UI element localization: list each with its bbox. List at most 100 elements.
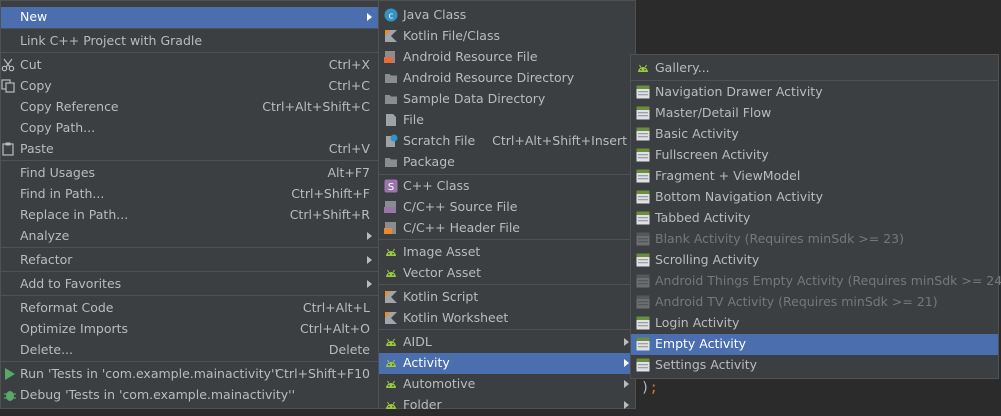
activity-item-label: Settings Activity	[655, 357, 757, 372]
activity-gallery[interactable]: Gallery...	[631, 58, 998, 79]
new-kotlin-file-label: Kotlin File/Class	[403, 28, 500, 43]
new-activity[interactable]: Activity	[379, 353, 635, 374]
menu-item-analyze-label: Analyze	[20, 228, 70, 243]
new-kotlin-worksheet[interactable]: Kotlin Worksheet	[379, 308, 635, 329]
activity-template-icon	[636, 274, 650, 288]
activity-item-label: Fragment + ViewModel	[655, 168, 801, 183]
activity-item[interactable]: Bottom Navigation Activity	[631, 187, 998, 208]
menu-item-paste[interactable]: Paste Ctrl+V	[1, 139, 378, 160]
new-kotlin-script[interactable]: Kotlin Script	[379, 287, 635, 308]
menu-item-replace-in-path[interactable]: Replace in Path... Ctrl+Shift+R	[1, 205, 378, 226]
menu-item-new-label: New	[20, 9, 48, 24]
menu-item-analyze[interactable]: Analyze	[1, 226, 378, 247]
new-cpp-source[interactable]: C/C++ Source File	[379, 197, 635, 218]
new-cpp-header-label: C/C++ Header File	[403, 220, 520, 235]
new-package-label: Package	[403, 154, 455, 169]
activity-item[interactable]: Settings Activity	[631, 355, 998, 376]
menu-item-cut[interactable]: Cut Ctrl+X	[1, 55, 378, 76]
activity-template-icon	[636, 232, 650, 246]
activity-item[interactable]: Fullscreen Activity	[631, 145, 998, 166]
menu-separator	[379, 174, 635, 175]
activity-template-icon	[636, 253, 650, 267]
menu-item-find-usages[interactable]: Find Usages Alt+F7	[1, 163, 378, 184]
activity-item-label: Tabbed Activity	[655, 210, 751, 225]
menu-item-cut-shortcut: Ctrl+X	[328, 57, 370, 72]
menu-item-reformat-code-label: Reformat Code	[20, 300, 114, 315]
activity-item[interactable]: Scrolling Activity	[631, 250, 998, 271]
menu-item-refactor[interactable]: Refactor	[1, 250, 378, 271]
menu-item-run-tests-shortcut: Ctrl+Shift+F10	[275, 366, 370, 381]
menu-item-link-cpp[interactable]: Link C++ Project with Gradle	[1, 31, 378, 52]
menu-item-new[interactable]: New	[1, 7, 378, 28]
new-image-asset[interactable]: Image Asset	[379, 242, 635, 263]
new-automotive[interactable]: Automotive	[379, 374, 635, 395]
svg-text:c: c	[389, 12, 394, 22]
menu-item-paste-label: Paste	[20, 141, 54, 156]
menu-item-add-to-favorites-label: Add to Favorites	[20, 276, 122, 291]
new-cpp-class[interactable]: S C++ Class	[379, 176, 635, 197]
menu-item-find-in-path[interactable]: Find in Path... Ctrl+Shift+F	[1, 184, 378, 205]
activity-item[interactable]: Navigation Drawer Activity	[631, 82, 998, 103]
menu-item-debug-tests[interactable]: Debug 'Tests in 'com.example.mainactivit…	[1, 385, 378, 406]
android-icon	[384, 335, 398, 349]
menu-item-copy-path[interactable]: Copy Path...	[1, 118, 378, 139]
android-icon	[384, 377, 398, 391]
submenu-arrow-icon	[624, 338, 629, 346]
activity-item-disabled: Android Things Empty Activity (Requires …	[631, 271, 1001, 292]
activity-template-icon	[636, 190, 650, 204]
menu-item-run-tests[interactable]: Run 'Tests in 'com.example.mainactivity'…	[1, 364, 378, 385]
new-file-label: File	[403, 112, 424, 127]
activity-item[interactable]: Basic Activity	[631, 124, 998, 145]
menu-separator	[379, 239, 635, 240]
new-android-resource-directory[interactable]: Android Resource Directory	[379, 68, 635, 89]
new-folder-label: Folder	[403, 397, 442, 412]
activity-template-icon	[636, 148, 650, 162]
menu-item-copy-reference[interactable]: Copy Reference Ctrl+Alt+Shift+C	[1, 97, 378, 118]
new-file[interactable]: File	[379, 110, 635, 131]
activity-item[interactable]: Master/Detail Flow	[631, 103, 998, 124]
menu-item-copy[interactable]: Copy Ctrl+C	[1, 76, 378, 97]
menu-item-add-to-favorites[interactable]: Add to Favorites	[1, 274, 378, 295]
activity-item[interactable]: Tabbed Activity	[631, 208, 998, 229]
activity-item-label: Basic Activity	[655, 126, 739, 141]
submenu-arrow-icon	[367, 256, 372, 264]
new-scratch-file[interactable]: Scratch File Ctrl+Alt+Shift+Insert	[379, 131, 635, 152]
editor-code-line: );	[641, 380, 658, 396]
activity-item-disabled: Blank Activity (Requires minSdk >= 23)	[631, 229, 998, 250]
menu-item-optimize-imports[interactable]: Optimize Imports Ctrl+Alt+O	[1, 319, 378, 340]
new-java-class[interactable]: c Java Class	[379, 5, 635, 26]
activity-submenu: Gallery... Navigation Drawer Activity Ma…	[630, 54, 1001, 379]
submenu-arrow-icon	[367, 232, 372, 240]
menu-item-find-usages-label: Find Usages	[20, 165, 96, 180]
new-cpp-class-label: C++ Class	[403, 178, 470, 193]
new-android-resource-file[interactable]: Android Resource File	[379, 47, 635, 68]
new-package[interactable]: Package	[379, 152, 635, 173]
class-icon: c	[384, 8, 398, 22]
new-android-resource-file-label: Android Resource File	[403, 49, 538, 64]
activity-item-label: Fullscreen Activity	[655, 147, 769, 162]
new-activity-label: Activity	[403, 355, 450, 370]
new-vector-asset[interactable]: Vector Asset	[379, 263, 635, 284]
activity-item-selected[interactable]: Empty Activity	[631, 334, 998, 355]
new-cpp-header[interactable]: C/C++ Header File	[379, 218, 635, 239]
cpp-header-icon	[384, 222, 396, 234]
activity-item[interactable]: Fragment + ViewModel	[631, 166, 998, 187]
new-aidl[interactable]: AIDL	[379, 332, 635, 353]
new-folder[interactable]: Folder	[379, 395, 635, 416]
menu-separator	[1, 271, 378, 272]
menu-item-delete[interactable]: Delete... Delete	[1, 340, 378, 361]
menu-separator	[1, 28, 378, 29]
activity-item-label: Empty Activity	[655, 336, 747, 351]
menu-separator	[1, 247, 378, 248]
android-icon	[384, 266, 398, 280]
activity-gallery-label: Gallery...	[655, 60, 710, 75]
menu-item-cut-label: Cut	[20, 57, 42, 72]
resource-file-icon	[384, 51, 395, 63]
scratch-file-icon	[386, 134, 398, 147]
menu-item-replace-in-path-label: Replace in Path...	[20, 207, 129, 222]
menu-item-debug-tests-label: Debug 'Tests in 'com.example.mainactivit…	[20, 387, 296, 402]
menu-item-reformat-code[interactable]: Reformat Code Ctrl+Alt+L	[1, 298, 378, 319]
activity-item[interactable]: Login Activity	[631, 313, 998, 334]
new-kotlin-file[interactable]: Kotlin File/Class	[379, 26, 635, 47]
new-sample-data-directory[interactable]: Sample Data Directory	[379, 89, 635, 110]
